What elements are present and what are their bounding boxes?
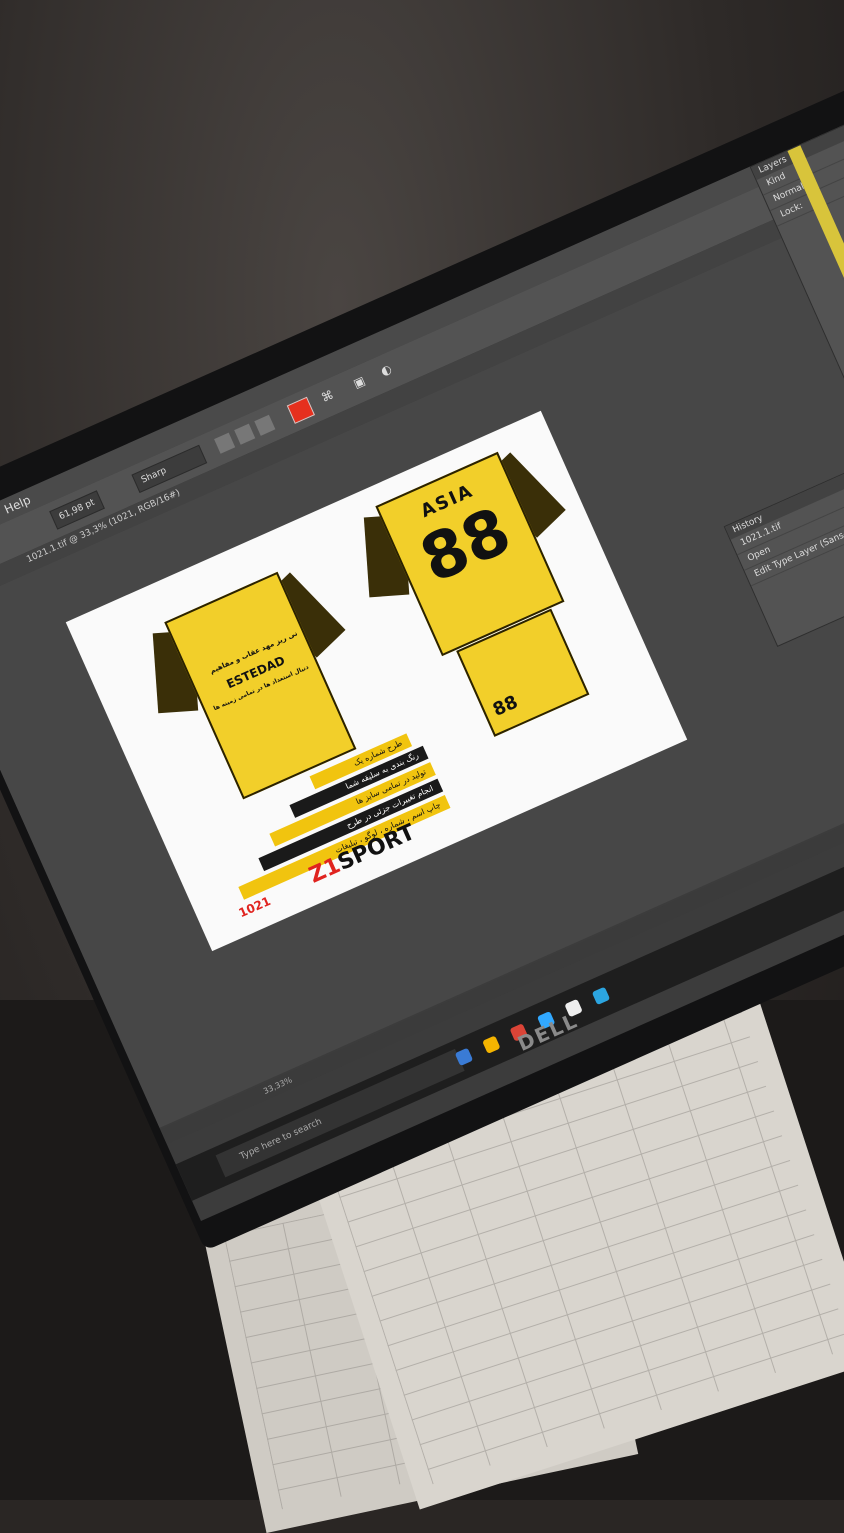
warp-text-icon[interactable]: ⌘	[319, 387, 338, 407]
telegram-icon[interactable]	[591, 986, 611, 1006]
align-right-icon[interactable]	[254, 414, 276, 436]
align-center-icon[interactable]	[234, 423, 256, 445]
text-color-swatch[interactable]	[286, 396, 315, 424]
layers-panel: Layers Kind Normal Lock:	[749, 89, 844, 754]
3d-icon[interactable]: ◐	[379, 360, 398, 380]
file-explorer-icon[interactable]	[482, 1035, 501, 1054]
jersey-back: ASIA 88 88	[348, 441, 627, 756]
history-panel: History 1021.1.tif Open Edit Type Layer …	[723, 464, 844, 647]
character-panel-icon[interactable]: ▣	[351, 372, 370, 392]
align-left-icon[interactable]	[214, 432, 236, 454]
layer-visibility-strip[interactable]	[787, 145, 844, 736]
